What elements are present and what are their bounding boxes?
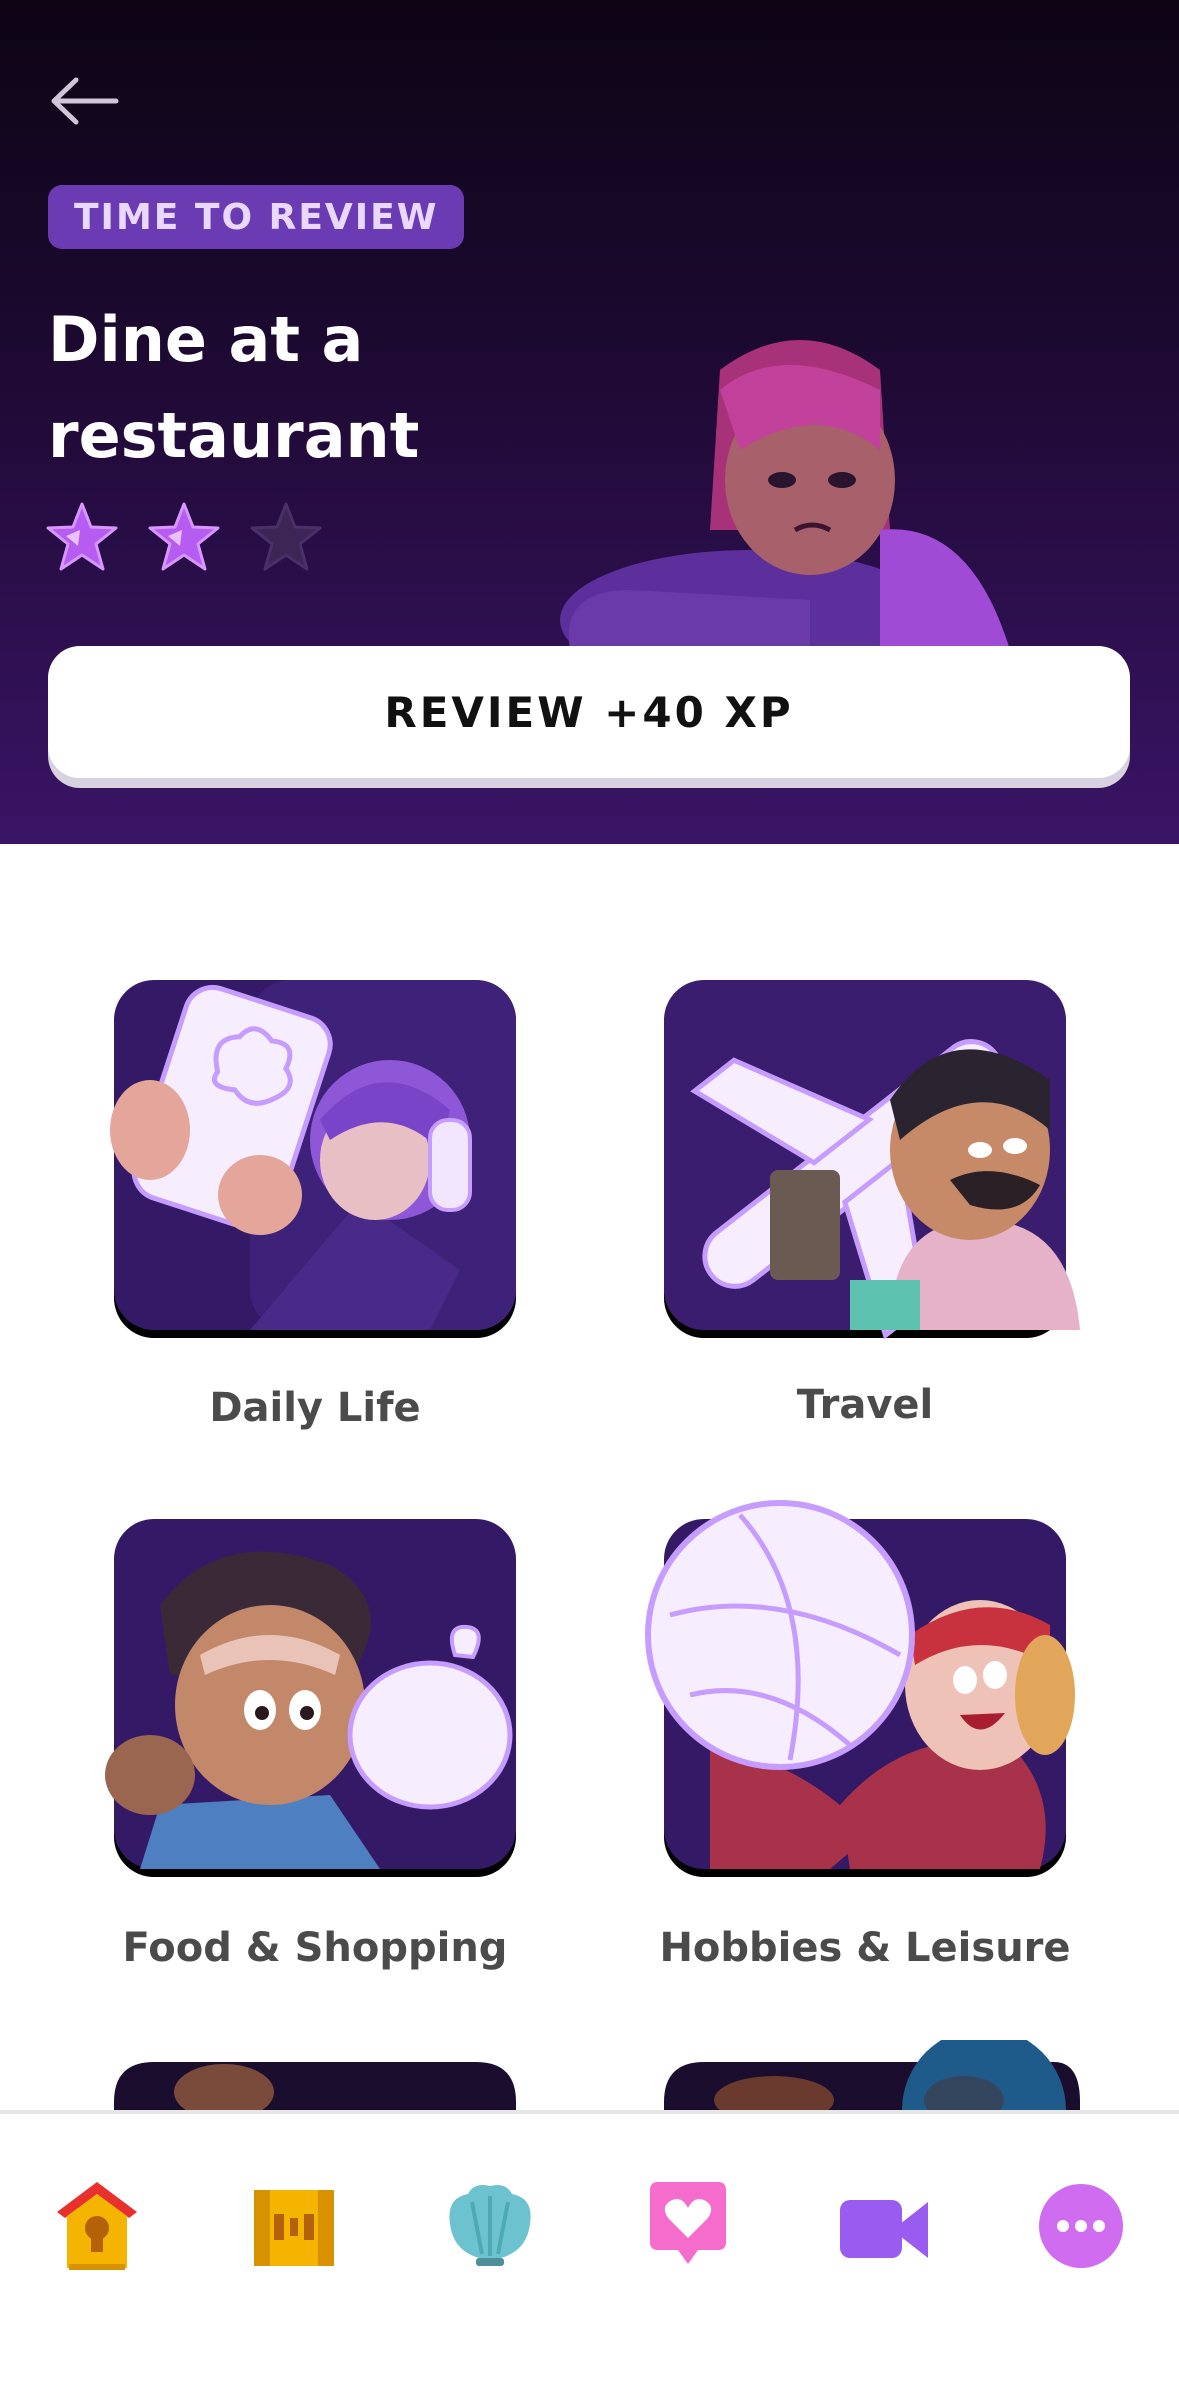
category-card-partial[interactable] [114, 2062, 516, 2110]
back-arrow-icon [51, 77, 119, 125]
hobbies-leisure-illustration [645, 1500, 1075, 1877]
star-filled-icon [46, 502, 118, 571]
category-label: Daily Life [209, 1385, 421, 1431]
food-shopping-illustration [105, 1519, 516, 1877]
chest-icon[interactable] [244, 2176, 344, 2276]
category-label: Food & Shopping [122, 1925, 508, 1971]
category-label: Travel [796, 1382, 934, 1428]
bottom-tab-bar [0, 2114, 1179, 2396]
category-card-partial[interactable] [664, 2040, 1094, 2110]
review-hero: TIME TO REVIEW Dine at a restaurant REVI… [0, 0, 1179, 844]
star-empty-icon [250, 502, 322, 571]
video-icon[interactable] [834, 2176, 934, 2276]
character-illustration [560, 340, 1010, 650]
more-icon[interactable] [1031, 2176, 1131, 2276]
category-label: Hobbies & Leisure [659, 1925, 1071, 1971]
back-button[interactable] [44, 56, 134, 146]
star-filled-icon [148, 502, 220, 571]
lesson-title: Dine at a restaurant [48, 303, 420, 472]
daily-life-illustration [110, 980, 516, 1338]
star-rating [44, 500, 324, 576]
travel-illustration [664, 980, 1080, 1340]
review-button[interactable]: REVIEW +40 XP [48, 646, 1130, 778]
shell-icon[interactable] [440, 2176, 540, 2276]
home-icon[interactable] [47, 2176, 147, 2276]
time-to-review-badge: TIME TO REVIEW [48, 185, 465, 249]
speech-heart-icon[interactable] [638, 2176, 738, 2276]
